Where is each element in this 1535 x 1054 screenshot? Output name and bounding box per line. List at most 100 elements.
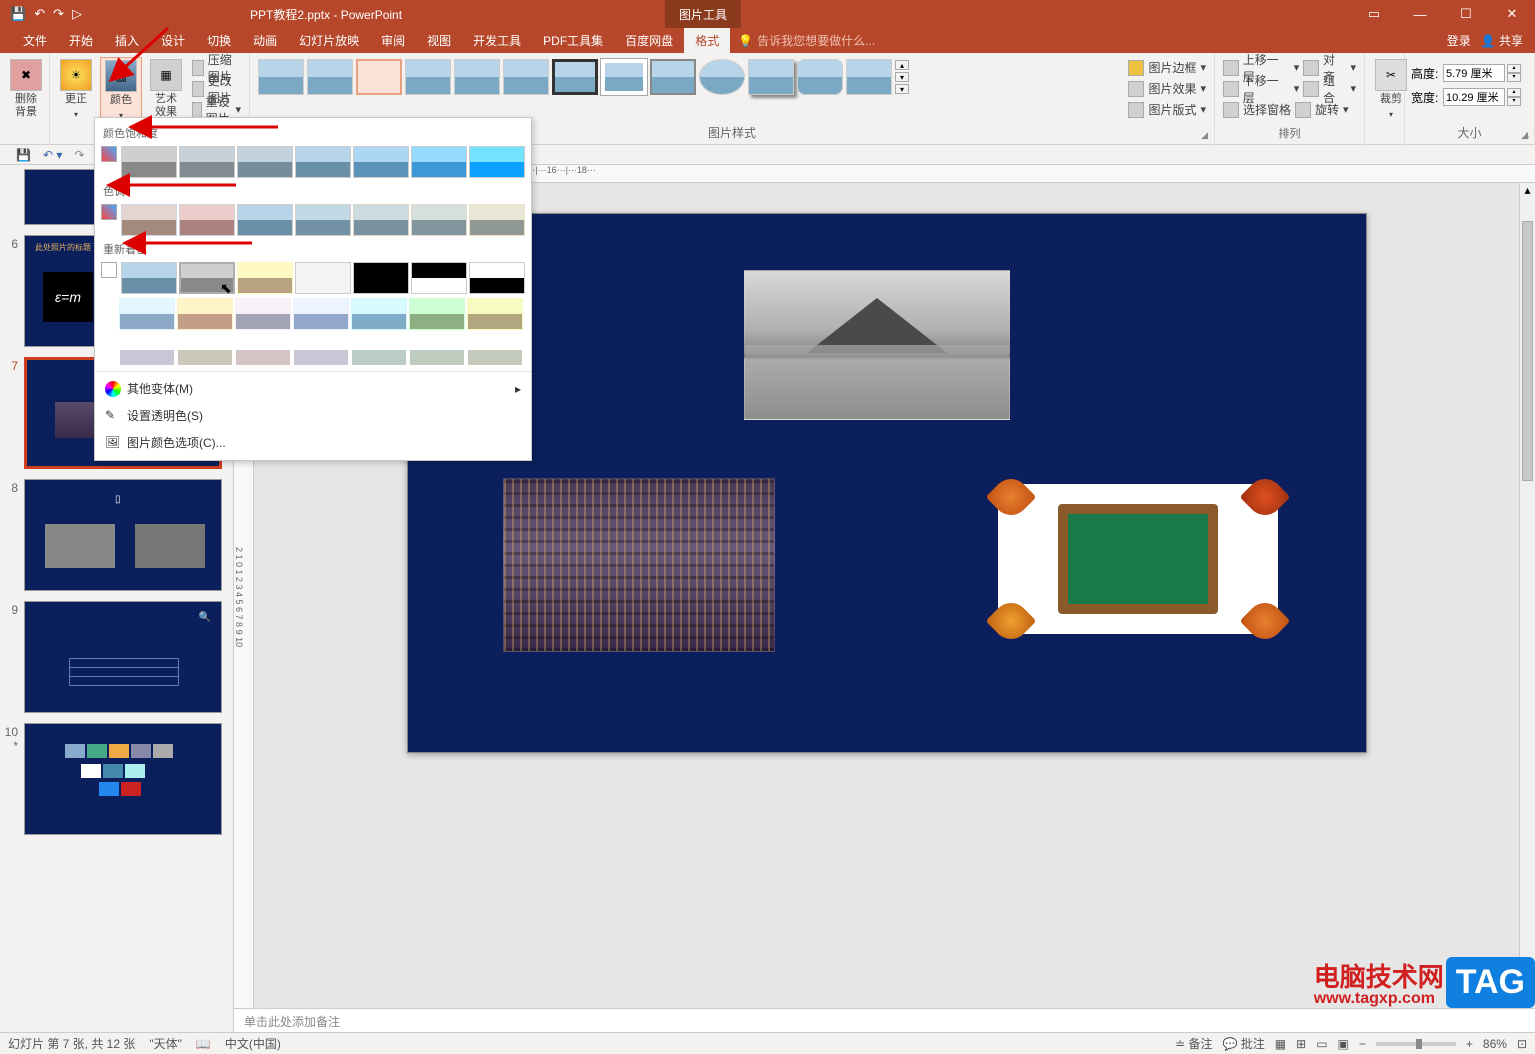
color-options-menuitem[interactable]: 🖼图片颜色选项(C)...	[95, 429, 531, 456]
more-variants-menuitem[interactable]: 其他变体(M)▸	[95, 375, 531, 402]
gallery-more-icon[interactable]: ▾	[895, 84, 909, 94]
tab-file[interactable]: 文件	[12, 28, 58, 53]
image-city[interactable]	[503, 478, 775, 652]
recolor-option[interactable]	[119, 298, 175, 330]
recolor-option[interactable]	[351, 334, 407, 366]
slideshow-view-icon[interactable]: ▣	[1338, 1037, 1349, 1051]
qat-undo-icon[interactable]: ↶ ▾	[43, 148, 62, 162]
tone-option[interactable]	[411, 204, 467, 236]
recolor-option[interactable]	[235, 298, 291, 330]
image-chalkboard[interactable]	[998, 484, 1278, 634]
zoom-out-icon[interactable]: −	[1359, 1037, 1366, 1051]
recolor-option[interactable]	[409, 334, 465, 366]
tab-transition[interactable]: 切换	[196, 28, 242, 53]
saturation-option[interactable]	[179, 146, 235, 178]
style-option[interactable]	[699, 59, 745, 95]
thumbnail[interactable]: 8 ▯	[4, 479, 229, 591]
qat-redo-icon[interactable]: ↷	[74, 148, 84, 162]
recolor-option[interactable]	[293, 334, 349, 366]
style-option[interactable]	[552, 59, 598, 95]
rotate-button[interactable]: 旋转 ▾	[1293, 99, 1351, 120]
style-option[interactable]	[846, 59, 892, 95]
share-button[interactable]: 👤 共享	[1481, 32, 1523, 49]
recolor-option[interactable]	[295, 262, 351, 294]
tone-option[interactable]	[469, 204, 525, 236]
tab-pdftools[interactable]: PDF工具集	[532, 28, 614, 53]
style-option[interactable]	[748, 59, 794, 95]
vertical-scrollbar[interactable]: ▴	[1519, 183, 1535, 1008]
tab-format[interactable]: 格式	[684, 28, 730, 53]
height-input[interactable]	[1443, 64, 1505, 82]
tone-option[interactable]	[295, 204, 351, 236]
style-option[interactable]	[405, 59, 451, 95]
gallery-down-icon[interactable]: ▾	[895, 72, 909, 82]
redo-icon[interactable]: ↷	[53, 6, 64, 22]
tab-devtools[interactable]: 开发工具	[462, 28, 532, 53]
tab-animation[interactable]: 动画	[242, 28, 288, 53]
tab-slideshow[interactable]: 幻灯片放映	[288, 28, 370, 53]
reading-view-icon[interactable]: ▭	[1316, 1037, 1327, 1051]
style-option[interactable]	[601, 59, 647, 95]
style-option[interactable]	[307, 59, 353, 95]
minimize-icon[interactable]: —	[1397, 0, 1443, 28]
collapse-ribbon-icon[interactable]: ㅅ	[1522, 127, 1531, 142]
recolor-option[interactable]	[177, 298, 233, 330]
ribbon-options-icon[interactable]: ▭	[1351, 0, 1397, 28]
tone-option[interactable]	[353, 204, 409, 236]
zoom-in-icon[interactable]: +	[1466, 1037, 1473, 1051]
picture-styles-gallery[interactable]: ▴▾▾	[256, 57, 1122, 97]
color-button[interactable]: ▨颜色▾	[100, 57, 142, 125]
zoom-slider[interactable]	[1376, 1042, 1456, 1046]
recolor-option[interactable]	[351, 298, 407, 330]
stepper-up-icon[interactable]: ▴	[1507, 64, 1521, 73]
style-option[interactable]	[258, 59, 304, 95]
maximize-icon[interactable]: ☐	[1443, 0, 1489, 28]
saturation-option[interactable]	[121, 146, 177, 178]
style-option[interactable]	[454, 59, 500, 95]
recolor-option[interactable]	[119, 334, 175, 366]
recolor-option[interactable]	[177, 334, 233, 366]
set-transparent-menuitem[interactable]: ✎设置透明色(S)	[95, 402, 531, 429]
remove-background-button[interactable]: ✖删除背景	[6, 57, 46, 121]
recolor-option[interactable]	[467, 334, 523, 366]
saturation-option[interactable]	[411, 146, 467, 178]
start-icon[interactable]: ▷	[72, 6, 82, 22]
tone-option[interactable]	[121, 204, 177, 236]
saturation-option[interactable]	[353, 146, 409, 178]
sorter-view-icon[interactable]: ⊞	[1296, 1037, 1306, 1051]
stepper-down-icon[interactable]: ▾	[1507, 97, 1521, 106]
tell-me[interactable]: 💡告诉我您想要做什么...	[738, 32, 875, 49]
width-input[interactable]	[1443, 88, 1505, 106]
fit-icon[interactable]: ⊡	[1517, 1037, 1527, 1051]
picture-layout-button[interactable]: 图片版式 ▾	[1126, 99, 1208, 120]
recolor-option[interactable]	[411, 262, 467, 294]
saturation-option[interactable]	[295, 146, 351, 178]
login-button[interactable]: 登录	[1447, 32, 1471, 49]
saturation-option[interactable]	[469, 146, 525, 178]
dialog-launcher-icon[interactable]: ◢	[1201, 130, 1208, 141]
thumbnail[interactable]: 9 🔍	[4, 601, 229, 713]
stepper-up-icon[interactable]: ▴	[1507, 88, 1521, 97]
comments-button[interactable]: 💬 批注	[1222, 1035, 1264, 1052]
corrections-button[interactable]: ☀更正▾	[56, 57, 96, 123]
picture-border-button[interactable]: 图片边框 ▾	[1126, 57, 1208, 78]
style-option[interactable]	[356, 59, 402, 95]
qat-save-icon[interactable]: 💾	[16, 148, 31, 162]
selection-pane-button[interactable]: 选择窗格	[1221, 99, 1293, 120]
close-icon[interactable]: ✕	[1489, 0, 1535, 28]
tab-view[interactable]: 视图	[416, 28, 462, 53]
recolor-option[interactable]	[235, 334, 291, 366]
tab-insert[interactable]: 插入	[104, 28, 150, 53]
spellcheck-icon[interactable]: 📖	[196, 1037, 211, 1051]
style-option[interactable]	[650, 59, 696, 95]
undo-icon[interactable]: ↶	[34, 6, 45, 22]
recolor-option[interactable]	[467, 298, 523, 330]
group-button[interactable]: 组合 ▾	[1301, 78, 1358, 99]
notes-button[interactable]: ≐ 备注	[1175, 1035, 1212, 1052]
tone-option[interactable]	[237, 204, 293, 236]
save-icon[interactable]: 💾	[10, 6, 26, 22]
tab-review[interactable]: 审阅	[370, 28, 416, 53]
recolor-option[interactable]	[293, 298, 349, 330]
send-backward-button[interactable]: 下移一层 ▾	[1221, 78, 1301, 99]
style-option[interactable]	[503, 59, 549, 95]
